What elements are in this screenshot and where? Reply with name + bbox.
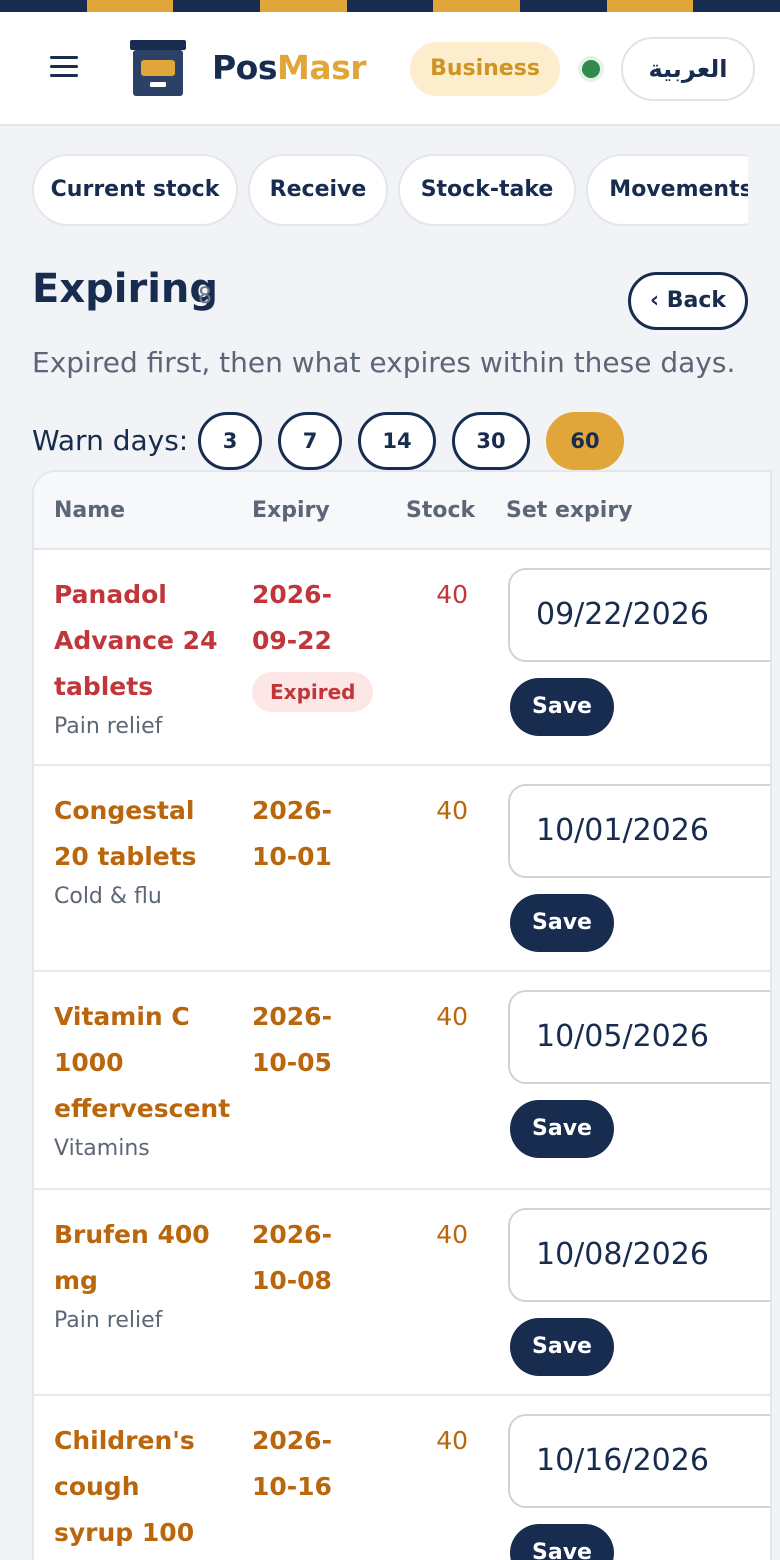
table-row: Congestal 20 tablets Cold & flu 2026-10-… [34, 766, 770, 972]
product-category: Cold & flu [54, 884, 162, 909]
plan-badge: Business [410, 42, 560, 96]
save-button[interactable]: Save [510, 678, 614, 736]
save-button[interactable]: Save [510, 1524, 614, 1560]
item-count: 8 [198, 284, 212, 309]
back-button[interactable]: ‹ Back [628, 272, 748, 330]
product-name: Panadol Advance 24 tablets [54, 580, 218, 701]
page-subtitle: Expired first, then what expires within … [32, 346, 736, 379]
expiry-date-input[interactable]: 10/01/2026 [508, 784, 770, 878]
product-category: Vitamins [54, 1136, 150, 1161]
expiry-date-input[interactable]: 10/08/2026 [508, 1208, 770, 1302]
page-title: Expiring [32, 266, 219, 312]
column-set-expiry: Set expiry [506, 498, 633, 523]
tab-current-stock[interactable]: Current stock [32, 154, 238, 226]
stock-count: 40 [436, 1426, 468, 1455]
warn-days-chip-30[interactable]: 30 [452, 412, 530, 470]
column-stock: Stock [406, 498, 476, 523]
stock-count: 40 [436, 796, 468, 825]
column-expiry: Expiry [252, 498, 330, 523]
table-row: Vitamin C 1000 effervescent Vitamins 202… [34, 972, 770, 1190]
tab-stock-take[interactable]: Stock-take [398, 154, 576, 226]
brand-part-1: Pos [212, 48, 278, 87]
warn-days-chip-60[interactable]: 60 [546, 412, 624, 470]
product-name: Vitamin C 1000 effervescent [54, 1002, 231, 1123]
table-row: Panadol Advance 24 tablets Pain relief 2… [34, 550, 770, 766]
brand-part-2: Masr [277, 48, 367, 87]
warn-days-chip-14[interactable]: 14 [358, 412, 436, 470]
expiry-date-input[interactable]: 10/16/2026 [508, 1414, 770, 1508]
warn-days-chip-3[interactable]: 3 [198, 412, 262, 470]
table-row: Brufen 400 mg Pain relief 2026-10-08 40 … [34, 1190, 770, 1396]
table-row: Children's cough syrup 100 ml 2026-10-16… [34, 1396, 770, 1560]
product-name: Children's cough syrup 100 ml [54, 1426, 195, 1547]
language-toggle-button[interactable]: العربية [621, 37, 755, 101]
table-header: Name Expiry Stock Set expiry [34, 472, 770, 550]
expiring-table: Name Expiry Stock Set expiry Panadol Adv… [32, 470, 772, 1560]
stock-count: 40 [436, 1220, 468, 1249]
brand-name: PosMasr [212, 48, 367, 87]
save-button[interactable]: Save [510, 1100, 614, 1158]
expiry-date: 2026-10-16 [252, 1426, 332, 1501]
expiry-date: 2026-10-05 [252, 1002, 332, 1077]
tab-receive[interactable]: Receive [248, 154, 388, 226]
app-header: PosMasr Business العربية [0, 12, 780, 126]
product-category: Pain relief [54, 714, 163, 739]
product-category: Pain relief [54, 1308, 163, 1333]
register-box-icon [130, 40, 186, 96]
save-button[interactable]: Save [510, 1318, 614, 1376]
expiry-date: 2026-10-01 [252, 796, 332, 871]
online-dot-icon [582, 60, 600, 78]
expiry-date: 2026-09-22 [252, 580, 332, 655]
top-stripe [0, 0, 780, 12]
hamburger-menu-icon[interactable] [50, 56, 78, 78]
expired-badge: Expired [252, 672, 374, 712]
warn-days-chip-7[interactable]: 7 [278, 412, 342, 470]
product-name: Brufen 400 mg [54, 1220, 210, 1295]
stock-count: 40 [436, 580, 468, 609]
inventory-tabs: Current stock Receive Stock-take Movemen… [32, 154, 748, 226]
expiry-date-input[interactable]: 09/22/2026 [508, 568, 770, 662]
expiry-date: 2026-10-08 [252, 1220, 332, 1295]
warn-days-label: Warn days: [32, 424, 189, 457]
stock-count: 40 [436, 1002, 468, 1031]
expiry-date-input[interactable]: 10/05/2026 [508, 990, 770, 1084]
product-name: Congestal 20 tablets [54, 796, 197, 871]
save-button[interactable]: Save [510, 894, 614, 952]
tab-movements[interactable]: Movements [586, 154, 748, 226]
column-name: Name [54, 498, 126, 523]
